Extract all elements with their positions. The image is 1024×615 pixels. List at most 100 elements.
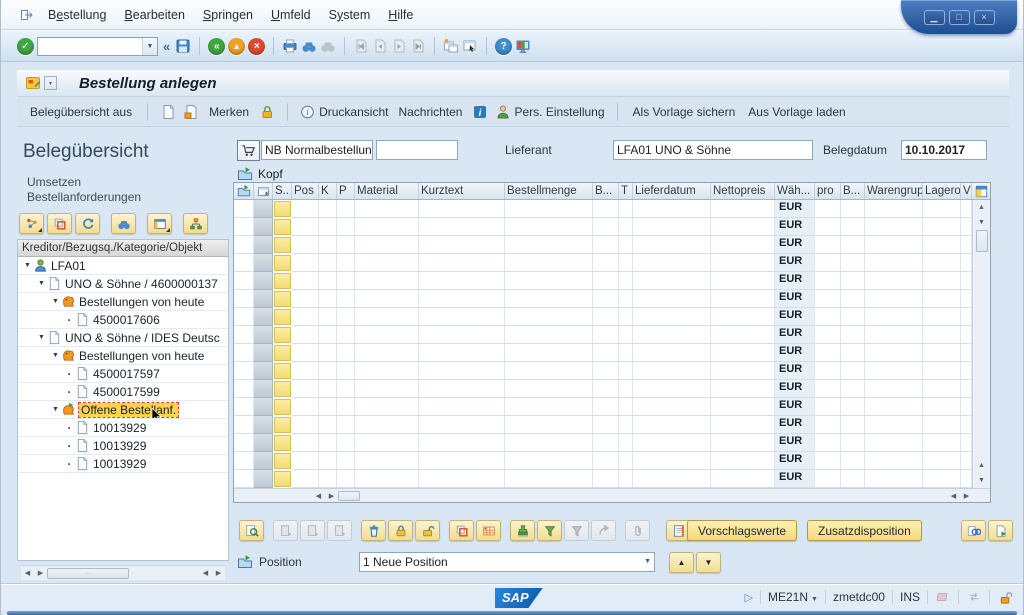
delete-item-button[interactable] — [361, 520, 386, 541]
grid-cell[interactable] — [923, 326, 961, 344]
grid-cell[interactable] — [841, 380, 865, 398]
currency-cell[interactable]: EUR — [775, 470, 815, 488]
grid-cell[interactable] — [815, 344, 841, 362]
expander-icon[interactable]: ▼ — [22, 262, 33, 269]
grid-cell[interactable] — [711, 200, 775, 218]
tree-node[interactable]: ·10013929 — [18, 419, 228, 437]
menu-umfeld[interactable]: Umfeld — [262, 5, 320, 25]
header-section-expand-button[interactable] — [237, 166, 253, 182]
expander-icon[interactable]: ▼ — [36, 334, 47, 341]
table-settings-cell[interactable] — [972, 183, 990, 199]
back-button[interactable]: « — [208, 38, 225, 55]
grid-cell[interactable] — [337, 200, 355, 218]
grid-cell[interactable] — [961, 416, 972, 434]
grid-cell[interactable] — [593, 470, 619, 488]
grid-cell[interactable] — [619, 344, 633, 362]
grid-cell[interactable] — [923, 308, 961, 326]
grid-cell[interactable] — [505, 236, 593, 254]
grid-cell[interactable] — [337, 218, 355, 236]
grid-cell[interactable] — [815, 218, 841, 236]
status-cell[interactable] — [273, 272, 292, 290]
grid-cell[interactable] — [419, 254, 505, 272]
grid-cell[interactable] — [619, 218, 633, 236]
grid-cell[interactable] — [505, 416, 593, 434]
grid-row[interactable]: EUR — [234, 290, 990, 308]
grid-cell[interactable] — [419, 470, 505, 488]
tree-node[interactable]: ▼UNO & Söhne / IDES Deutsc — [18, 329, 228, 347]
grid-cell[interactable] — [841, 290, 865, 308]
row-selector[interactable] — [254, 218, 273, 236]
column-header-wh[interactable]: Wäh... — [775, 183, 815, 199]
grid-cell[interactable] — [593, 290, 619, 308]
grid-cell[interactable] — [505, 380, 593, 398]
item-section-expand-button[interactable] — [237, 554, 253, 570]
grid-cell[interactable] — [923, 254, 961, 272]
grid-cell[interactable] — [865, 308, 923, 326]
grid-cell[interactable] — [593, 218, 619, 236]
grid-cell[interactable] — [355, 362, 419, 380]
unlock-item-button[interactable] — [415, 520, 440, 541]
status-cell[interactable] — [273, 362, 292, 380]
grid-cell[interactable] — [505, 218, 593, 236]
grid-cell[interactable] — [355, 380, 419, 398]
grid-cell[interactable] — [865, 326, 923, 344]
grid-cell[interactable] — [619, 254, 633, 272]
grid-cell[interactable] — [923, 236, 961, 254]
grid-cell[interactable] — [923, 218, 961, 236]
grid-cell[interactable] — [841, 236, 865, 254]
grid-cell[interactable] — [815, 326, 841, 344]
order-type-icon-button[interactable] — [237, 140, 260, 161]
grid-cell[interactable] — [319, 236, 337, 254]
scroll-left-icon[interactable]: ◀ — [21, 569, 34, 577]
personal-setting-button[interactable]: Pers. Einstellung — [495, 104, 604, 120]
column-header-kurztext[interactable]: Kurztext — [419, 183, 505, 199]
check-items-button[interactable] — [510, 520, 535, 541]
grid-cell[interactable] — [319, 452, 337, 470]
status-cell[interactable] — [273, 398, 292, 416]
gui-settings-button[interactable] — [515, 38, 531, 54]
grid-cell[interactable] — [619, 200, 633, 218]
transaction-field[interactable]: ME21N▼ — [768, 590, 818, 604]
order-type-select[interactable]: NB Normalbestellung▼ — [261, 140, 373, 160]
grid-cell[interactable] — [711, 452, 775, 470]
scroll-right-icon[interactable]: ▶ — [960, 492, 973, 500]
grid-cell[interactable] — [711, 344, 775, 362]
status-cell[interactable] — [273, 236, 292, 254]
menu-bestellung[interactable]: Bestellung — [39, 5, 115, 25]
grid-cell[interactable] — [292, 290, 319, 308]
grid-cell[interactable] — [711, 380, 775, 398]
grid-cell[interactable] — [505, 470, 593, 488]
grid-cell[interactable] — [633, 452, 711, 470]
grid-cell[interactable] — [841, 452, 865, 470]
grid-cell[interactable] — [593, 380, 619, 398]
grid-cell[interactable] — [337, 308, 355, 326]
grid-cell[interactable] — [923, 272, 961, 290]
currency-cell[interactable]: EUR — [775, 200, 815, 218]
tree-node[interactable]: ·4500017606 — [18, 311, 228, 329]
row-selector[interactable] — [254, 416, 273, 434]
document-date-field[interactable]: 10.10.2017 — [901, 140, 987, 160]
grid-cell[interactable] — [355, 236, 419, 254]
grid-cell[interactable] — [319, 416, 337, 434]
grid-cell[interactable] — [865, 380, 923, 398]
grid-cell[interactable] — [419, 236, 505, 254]
grid-cell[interactable] — [961, 362, 972, 380]
grid-cell[interactable] — [419, 200, 505, 218]
print-button[interactable] — [282, 38, 298, 54]
menu-bearbeiten[interactable]: Bearbeiten — [115, 5, 194, 25]
find-items-button[interactable] — [961, 520, 986, 541]
scroll-left-icon[interactable]: ◀ — [199, 569, 212, 577]
lock-item-button[interactable] — [388, 520, 413, 541]
column-header-s[interactable]: S.. — [273, 183, 292, 199]
grid-cell[interactable] — [337, 344, 355, 362]
grid-cell[interactable] — [619, 470, 633, 488]
grid-cell[interactable] — [711, 416, 775, 434]
column-header-warengruppe[interactable]: Warengruppe — [865, 183, 923, 199]
status-play-icon[interactable]: ▷ — [745, 591, 753, 604]
grid-cell[interactable] — [865, 272, 923, 290]
grid-cell[interactable] — [355, 434, 419, 452]
currency-cell[interactable]: EUR — [775, 236, 815, 254]
grid-cell[interactable] — [711, 272, 775, 290]
grid-cell[interactable] — [292, 380, 319, 398]
tree-find-button[interactable] — [111, 213, 136, 234]
